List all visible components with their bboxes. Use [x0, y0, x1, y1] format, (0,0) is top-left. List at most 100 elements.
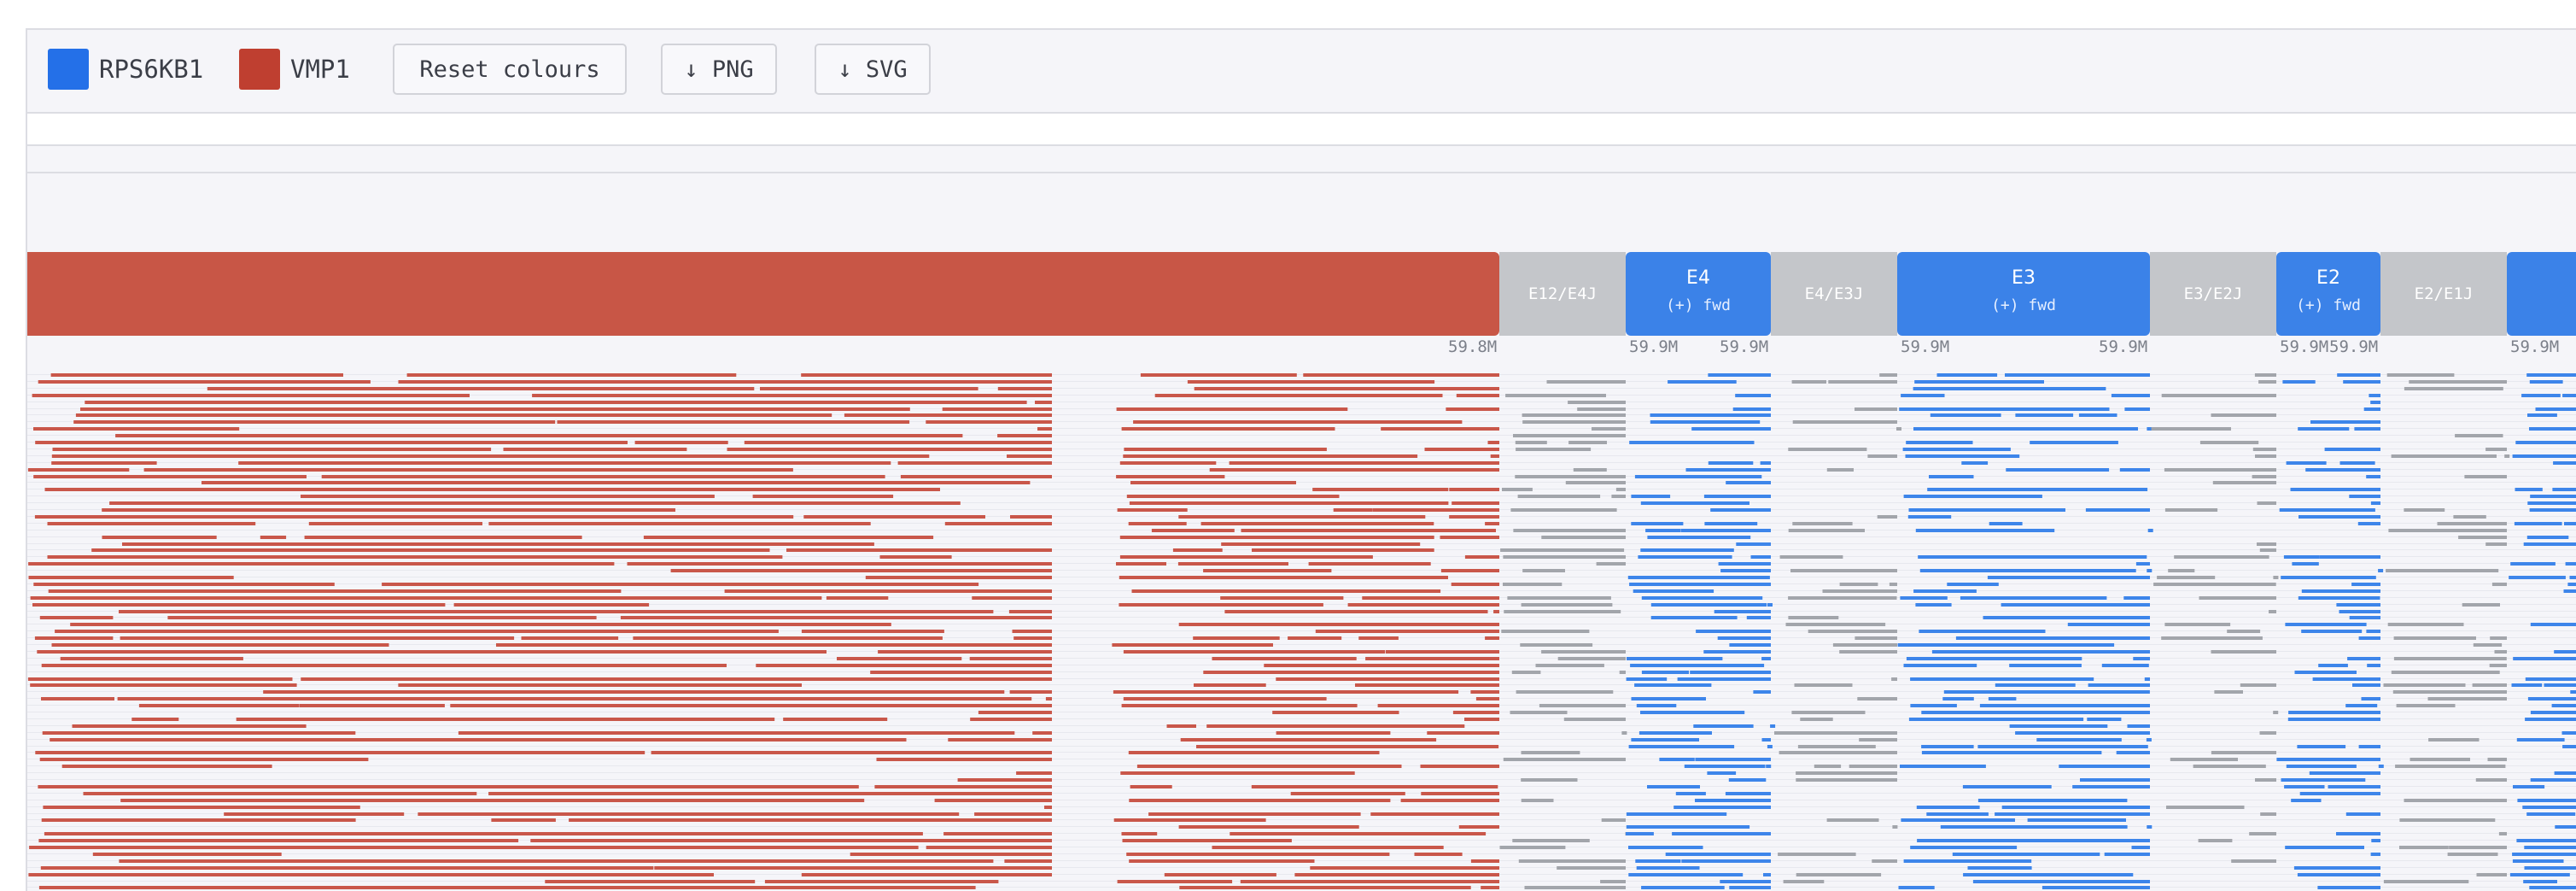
read-alignment	[2273, 711, 2279, 714]
read-alignment	[1485, 522, 1499, 525]
read-alignment	[530, 839, 1052, 842]
read-alignment	[2317, 886, 2380, 889]
read-alignment	[1631, 697, 1706, 700]
read-alignment	[1908, 508, 2065, 512]
read-alignment	[2067, 623, 2150, 626]
read-alignment	[2570, 690, 2576, 694]
read-alignment	[803, 515, 985, 519]
read-alignment	[1310, 866, 1499, 870]
read-alignment	[2281, 576, 2376, 579]
read-alignment	[1187, 380, 1435, 384]
read-alignment	[1481, 886, 1499, 889]
read-alignment	[1596, 562, 1626, 566]
read-alignment	[1729, 643, 1771, 647]
read-alignment	[2523, 880, 2557, 883]
read-alignment	[1770, 724, 1776, 728]
read-alignment	[2544, 683, 2576, 687]
read-alignment	[1955, 636, 2150, 640]
read-alignment	[1290, 792, 1405, 795]
read-alignment	[321, 475, 885, 478]
read-alignment	[1906, 441, 1973, 444]
read-alignment	[2391, 671, 2500, 674]
read-alignment	[2371, 839, 2380, 842]
read-alignment	[1995, 812, 2150, 816]
read-alignment	[1276, 677, 1499, 681]
read-alignment	[1164, 873, 1276, 876]
read-alignment	[52, 448, 492, 451]
exon-segment-e2[interactable]: E2 (+) fwd	[2276, 252, 2380, 336]
junction-segment-e4-e3j[interactable]: E4/E3J	[1771, 252, 1897, 336]
read-alignment	[1446, 407, 1499, 411]
exon-segment-e1[interactable]	[2507, 252, 2576, 336]
read-alignment	[1601, 818, 1626, 822]
read-alignment	[1592, 427, 1626, 431]
read-alignment	[453, 603, 650, 607]
read-alignment	[1629, 583, 1771, 586]
read-alignment	[1947, 583, 1999, 586]
read-alignment	[398, 380, 1052, 384]
read-alignment	[1717, 636, 1771, 640]
read-alignment	[1458, 825, 1499, 829]
read-alignment	[2157, 576, 2216, 579]
read-alignment	[2131, 846, 2150, 849]
read-alignment	[2174, 555, 2269, 559]
junction-segment-e12-e4j[interactable]: E12/E4J	[1499, 252, 1626, 336]
read-alignment	[1785, 623, 1886, 626]
read-alignment	[2211, 650, 2276, 654]
read-alignment	[1917, 839, 2150, 842]
read-alignment	[301, 495, 715, 498]
read-alignment	[2404, 799, 2507, 802]
read-alignment	[1708, 461, 1754, 465]
read-alignment	[2354, 427, 2380, 431]
read-alignment	[670, 569, 1052, 572]
read-alignment	[2512, 454, 2576, 458]
read-alignment	[2285, 846, 2364, 849]
read-alignment	[1633, 589, 1714, 593]
read-alignment	[2388, 529, 2507, 532]
read-alignment	[1900, 596, 1948, 600]
read-alignment	[32, 394, 470, 397]
read-alignment	[783, 718, 888, 721]
gene-block-vmp1[interactable]	[27, 252, 1499, 336]
read-alignment	[2254, 373, 2276, 377]
read-alignment	[2214, 690, 2243, 694]
junction-segment-e2-e1j[interactable]: E2/E1J	[2380, 252, 2507, 336]
read-alignment	[488, 522, 871, 525]
read-alignment	[2255, 778, 2276, 782]
read-alignment	[1800, 718, 1833, 721]
read-alignment	[382, 583, 979, 586]
read-alignment	[2042, 886, 2150, 889]
read-alignment	[1123, 454, 1418, 458]
read-alignment	[1626, 677, 1668, 681]
read-alignment	[844, 413, 1052, 417]
read-alignment	[1778, 853, 1856, 856]
read-alignment	[488, 792, 1052, 795]
read-alignment	[2147, 825, 2153, 829]
read-alignment	[2485, 448, 2507, 451]
read-alignment	[1695, 758, 1771, 761]
read-alignment	[1535, 664, 1604, 667]
read-alignment	[72, 724, 307, 728]
read-alignment	[1122, 839, 1292, 842]
read-alignment	[2521, 394, 2561, 397]
read-alignment	[1451, 583, 1499, 586]
read-alignment	[1487, 441, 1499, 444]
read-alignment	[1312, 488, 1449, 491]
read-alignment	[1763, 873, 1771, 876]
read-alignment	[1522, 569, 1565, 572]
exon-segment-e4[interactable]: E4 (+) fwd	[1626, 252, 1771, 336]
read-alignment	[1464, 555, 1499, 559]
read-alignment	[1792, 522, 1853, 525]
read-alignment	[1826, 818, 1879, 822]
read-alignment	[1358, 636, 1399, 640]
read-alignment	[1515, 475, 1626, 478]
read-alignment	[1915, 603, 1952, 607]
read-alignment	[2367, 664, 2380, 667]
read-alignment	[1910, 846, 2018, 849]
read-alignment	[115, 434, 963, 437]
read-alignment	[1288, 636, 1342, 640]
read-alignment	[2164, 468, 2276, 472]
exon-segment-e3[interactable]: E3 (+) fwd	[1897, 252, 2150, 336]
junction-segment-e3-e2j[interactable]: E3/E2J	[2150, 252, 2276, 336]
read-alignment	[1839, 583, 1878, 586]
